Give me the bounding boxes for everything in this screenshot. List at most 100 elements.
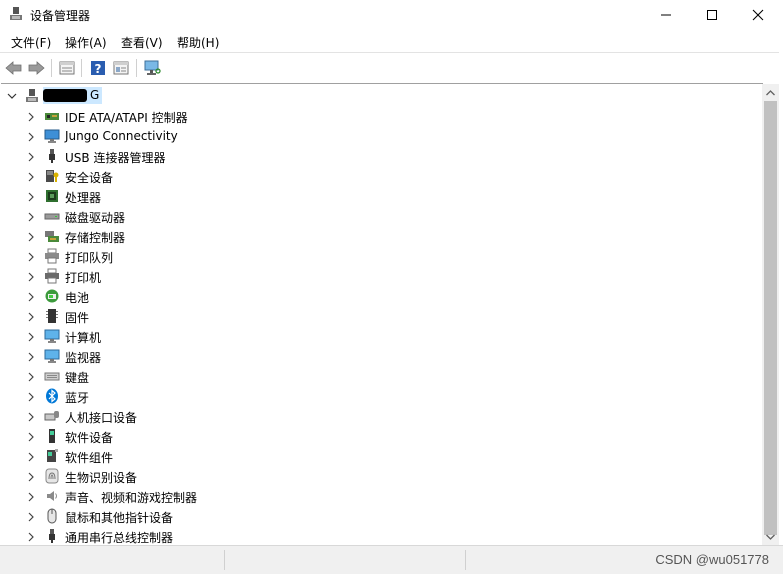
tree-item[interactable]: IDE ATA/ATAPI 控制器 [1,106,741,126]
help-button[interactable]: ? [87,57,109,79]
chevron-right-icon[interactable] [27,471,35,485]
tree-item[interactable]: 电池 [1,286,741,306]
chevron-right-icon[interactable] [27,431,35,445]
menu-view[interactable]: 查看(V) [119,33,165,52]
maximize-button[interactable] [689,0,735,30]
usb-controller-icon [44,528,60,544]
chevron-right-icon[interactable] [27,531,35,545]
keyboard-icon [44,368,60,384]
scroll-down-button[interactable] [762,528,779,545]
chevron-right-icon[interactable] [27,491,35,505]
chevron-right-icon[interactable] [27,511,35,525]
menu-action[interactable]: 操作(A) [63,33,109,52]
chevron-right-icon[interactable] [27,411,35,425]
scan-hardware-button[interactable] [142,57,164,79]
chevron-right-icon[interactable] [27,251,35,265]
menu-bar: 文件(F) 操作(A) 查看(V) 帮助(H) [0,30,783,52]
tree-item[interactable]: 处理器 [1,186,741,206]
mouse-icon [44,508,60,524]
tree-item[interactable]: 通用串行总线控制器 [1,526,741,545]
window-title: 设备管理器 [30,9,91,23]
tree-root[interactable]: G [1,86,741,106]
tree-item[interactable]: 声音、视频和游戏控制器 [1,486,741,506]
maximize-icon [707,10,717,20]
tree-item[interactable]: 蓝牙 [1,386,741,406]
menu-file[interactable]: 文件(F) [9,33,53,52]
tree-item-label: 鼠标和其他指针设备 [65,511,174,525]
chevron-right-icon[interactable] [27,111,35,125]
chevron-right-icon[interactable] [27,211,35,225]
tree-item-label: 监视器 [65,351,102,365]
tree-item[interactable]: 键盘 [1,366,741,386]
hid-icon [44,408,60,424]
chevron-right-icon[interactable] [27,391,35,405]
chevron-right-icon[interactable] [27,171,35,185]
scroll-up-button[interactable] [762,84,779,101]
minimize-button[interactable] [643,0,689,30]
monitor-icon [44,348,60,364]
tree-item-label: USB 连接器管理器 [65,151,166,165]
toolbar-separator [81,59,82,77]
chevron-right-icon[interactable] [27,311,35,325]
disk-drive-icon [44,208,60,224]
ide-controller-icon [44,108,60,124]
chevron-right-icon[interactable] [27,231,35,245]
close-button[interactable] [735,0,781,30]
tree-item-label: 计算机 [65,331,102,345]
chevron-right-icon[interactable] [27,331,35,345]
chevron-right-icon[interactable] [27,351,35,365]
vertical-scrollbar[interactable] [762,84,779,545]
tree-item[interactable]: 打印机 [1,266,741,286]
back-button[interactable] [3,57,25,79]
tree-item-label: 打印队列 [65,251,114,265]
software-component-icon [44,448,60,464]
tree-item[interactable]: 磁盘驱动器 [1,206,741,226]
tree-item-label: 固件 [65,311,90,325]
device-tree[interactable]: G IDE ATA/ATAPI 控制器 Jungo Connectivity USB… [1,83,763,545]
tree-item[interactable]: 固件 [1,306,741,326]
chevron-down-icon[interactable] [7,90,17,104]
tree-root-label-text: G [90,88,100,102]
tree-item[interactable]: 监视器 [1,346,741,366]
properties-view-button[interactable] [56,57,78,79]
tree-item-label: 生物识别设备 [65,471,138,485]
chevron-right-icon[interactable] [27,271,35,285]
close-icon [752,9,764,21]
tree-item-label: 磁盘驱动器 [65,211,126,225]
processor-icon [44,188,60,204]
tree-item-label: 人机接口设备 [65,411,138,425]
device-manager-icon [8,6,24,22]
tree-item[interactable]: 软件组件 [1,446,741,466]
toolbar: ? [0,52,783,82]
scrollbar-thumb[interactable] [764,101,777,535]
software-device-icon [44,428,60,444]
forward-button[interactable] [25,57,47,79]
forward-icon [28,61,45,75]
chevron-right-icon[interactable] [27,131,35,145]
tree-item[interactable]: 存储控制器 [1,226,741,246]
tree-item[interactable]: 人机接口设备 [1,406,741,426]
chevron-right-icon[interactable] [27,191,35,205]
tree-item[interactable]: 软件设备 [1,426,741,446]
tree-item[interactable]: 生物识别设备 [1,466,741,486]
tree-item[interactable]: Jungo Connectivity [1,126,741,146]
minimize-icon [661,14,671,16]
computer-icon [44,328,60,344]
status-divider [224,550,225,570]
tree-item-label: 安全设备 [65,171,114,185]
tree-item-label: 键盘 [65,371,90,385]
scan-hardware-icon [144,60,161,75]
scroll-up-icon [766,89,775,95]
tree-item[interactable]: 打印队列 [1,246,741,266]
chevron-right-icon[interactable] [27,451,35,465]
chevron-right-icon[interactable] [27,151,35,165]
tree-item[interactable]: 计算机 [1,326,741,346]
chevron-right-icon[interactable] [27,291,35,305]
chevron-right-icon[interactable] [27,371,35,385]
menu-help[interactable]: 帮助(H) [175,33,221,52]
details-view-button[interactable] [110,57,132,79]
tree-item[interactable]: USB 连接器管理器 [1,146,741,166]
svg-text:?: ? [95,62,102,76]
tree-item[interactable]: 安全设备 [1,166,741,186]
tree-item[interactable]: 鼠标和其他指针设备 [1,506,741,526]
